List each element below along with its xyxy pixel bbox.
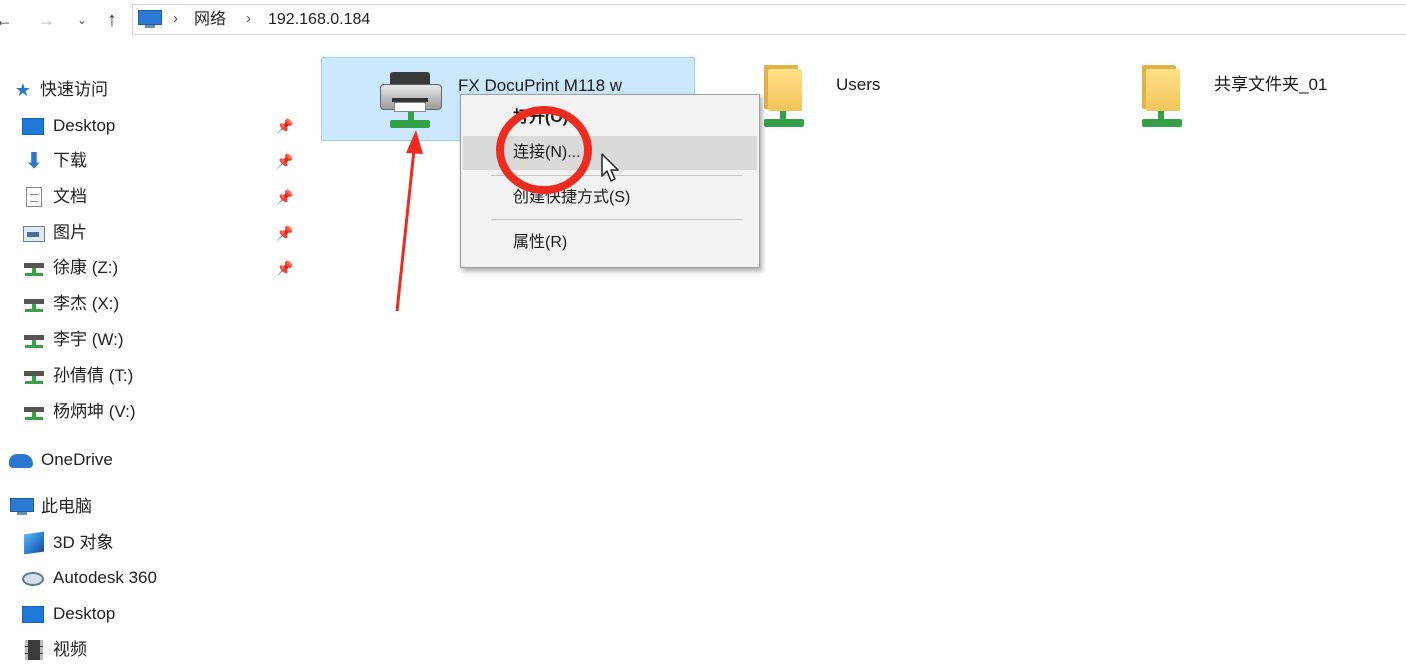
sidebar-item-label: 视频 [53,640,87,659]
this-pc-icon [10,497,34,517]
menu-item-create-shortcut[interactable]: 创建快捷方式(S) [463,181,757,215]
shared-folder-icon [1136,65,1186,133]
sidebar-item-label: 孙倩倩 (T:) [53,366,134,385]
download-icon: ⬇ [24,148,44,173]
sidebar-item-label: 杨炳坤 (V:) [53,402,136,421]
sidebar-item-label: 此电脑 [41,497,92,516]
sidebar-item-drive-t[interactable]: 孙倩倩 (T:) [0,361,300,391]
quick-access[interactable]: ★ 快速访问 [0,75,300,105]
this-pc-icon [137,10,163,28]
desktop-icon [22,606,44,623]
sidebar-item-label: 图片 [53,223,87,242]
shared-folder-icon [758,65,808,133]
item-label: Users [836,75,881,94]
shared-folder-item[interactable]: Users [740,57,1114,141]
sidebar-item-label: 李杰 (X:) [53,294,120,313]
quick-access-label: 快速访问 [40,80,108,99]
breadcrumb-separator: › [173,10,178,27]
sidebar-item-label: OneDrive [41,450,113,469]
sidebar-item-pictures[interactable]: 图片 📌 [0,218,300,248]
recent-locations-chevron-icon[interactable]: ⌄ [74,8,90,32]
item-label: 共享文件夹_01 [1214,75,1328,94]
pin-icon[interactable]: 📌 [276,182,293,212]
video-icon [25,640,43,660]
pin-icon[interactable]: 📌 [276,146,293,176]
sidebar-item-autodesk[interactable]: Autodesk 360 [0,563,300,593]
sidebar-item-videos[interactable]: 视频 [0,635,300,665]
sidebar-item-3d-objects[interactable]: 3D 对象 [0,528,300,558]
sidebar-item-label: 文档 [53,187,87,206]
forward-arrow-icon[interactable]: → [36,8,56,32]
network-drive-icon [23,330,45,350]
breadcrumb-host[interactable]: 192.168.0.184 [268,11,370,29]
sidebar-item-label: Desktop [53,604,116,623]
pin-icon[interactable]: 📌 [276,253,293,283]
cloud-icon [9,454,33,468]
breadcrumb-separator: › [246,10,251,27]
sidebar-item-onedrive[interactable]: OneDrive [0,445,300,475]
sidebar-item-downloads[interactable]: ⬇ 下载 📌 [0,146,300,176]
network-drive-icon [23,402,45,422]
sidebar-item-desktop-pc[interactable]: Desktop [0,599,300,629]
autodesk-icon [22,572,44,586]
network-drive-icon [23,258,45,278]
up-arrow-icon[interactable]: ↑ [100,8,124,32]
sidebar-item-label: 徐康 (Z:) [53,258,119,277]
sidebar-item-this-pc[interactable]: 此电脑 [0,492,300,522]
mouse-cursor-icon [601,153,619,182]
address-bar: ← → ⌄ ↑ › 网络 › 192.168.0.184 [0,0,1406,40]
sidebar-item-drive-z[interactable]: 徐康 (Z:) 📌 [0,253,300,283]
star-icon: ★ [14,80,32,100]
back-arrow-icon[interactable]: ← [0,8,14,32]
menu-item-open[interactable]: 打开(O) [463,101,757,135]
path-field[interactable]: › 网络 › 192.168.0.184 [132,4,1406,35]
sidebar-item-drive-v[interactable]: 杨炳坤 (V:) [0,397,300,427]
desktop-icon [22,118,44,135]
pin-icon[interactable]: 📌 [276,111,293,141]
pin-icon[interactable]: 📌 [276,218,293,248]
navigation-pane: ★ 快速访问 Desktop 📌 ⬇ 下载 📌 文档 📌 图片 📌 徐康 (Z:… [0,40,300,668]
network-drive-icon [23,294,45,314]
sidebar-item-drive-w[interactable]: 李宇 (W:) [0,325,300,355]
menu-item-properties[interactable]: 属性(R) [463,226,757,260]
sidebar-item-label: Autodesk 360 [53,568,157,587]
sidebar-item-documents[interactable]: 文档 📌 [0,182,300,212]
sidebar-item-label: 李宇 (W:) [53,330,124,349]
sidebar-item-desktop[interactable]: Desktop 📌 [0,111,300,141]
network-drive-icon [23,366,45,386]
sidebar-item-label: 下载 [53,151,87,170]
documents-icon [26,187,42,207]
sidebar-item-drive-x[interactable]: 李杰 (X:) [0,289,300,319]
item-label: FX DocuPrint M118 w [458,76,623,95]
pictures-icon [23,226,45,242]
network-printer-icon [378,72,444,136]
sidebar-item-label: 3D 对象 [53,533,114,552]
sidebar-item-label: Desktop [53,116,116,135]
3d-objects-icon [24,531,44,555]
breadcrumb-network[interactable]: 网络 [194,11,226,29]
shared-folder-item[interactable]: 共享文件夹_01 [1118,57,1406,141]
menu-separator [491,219,743,220]
